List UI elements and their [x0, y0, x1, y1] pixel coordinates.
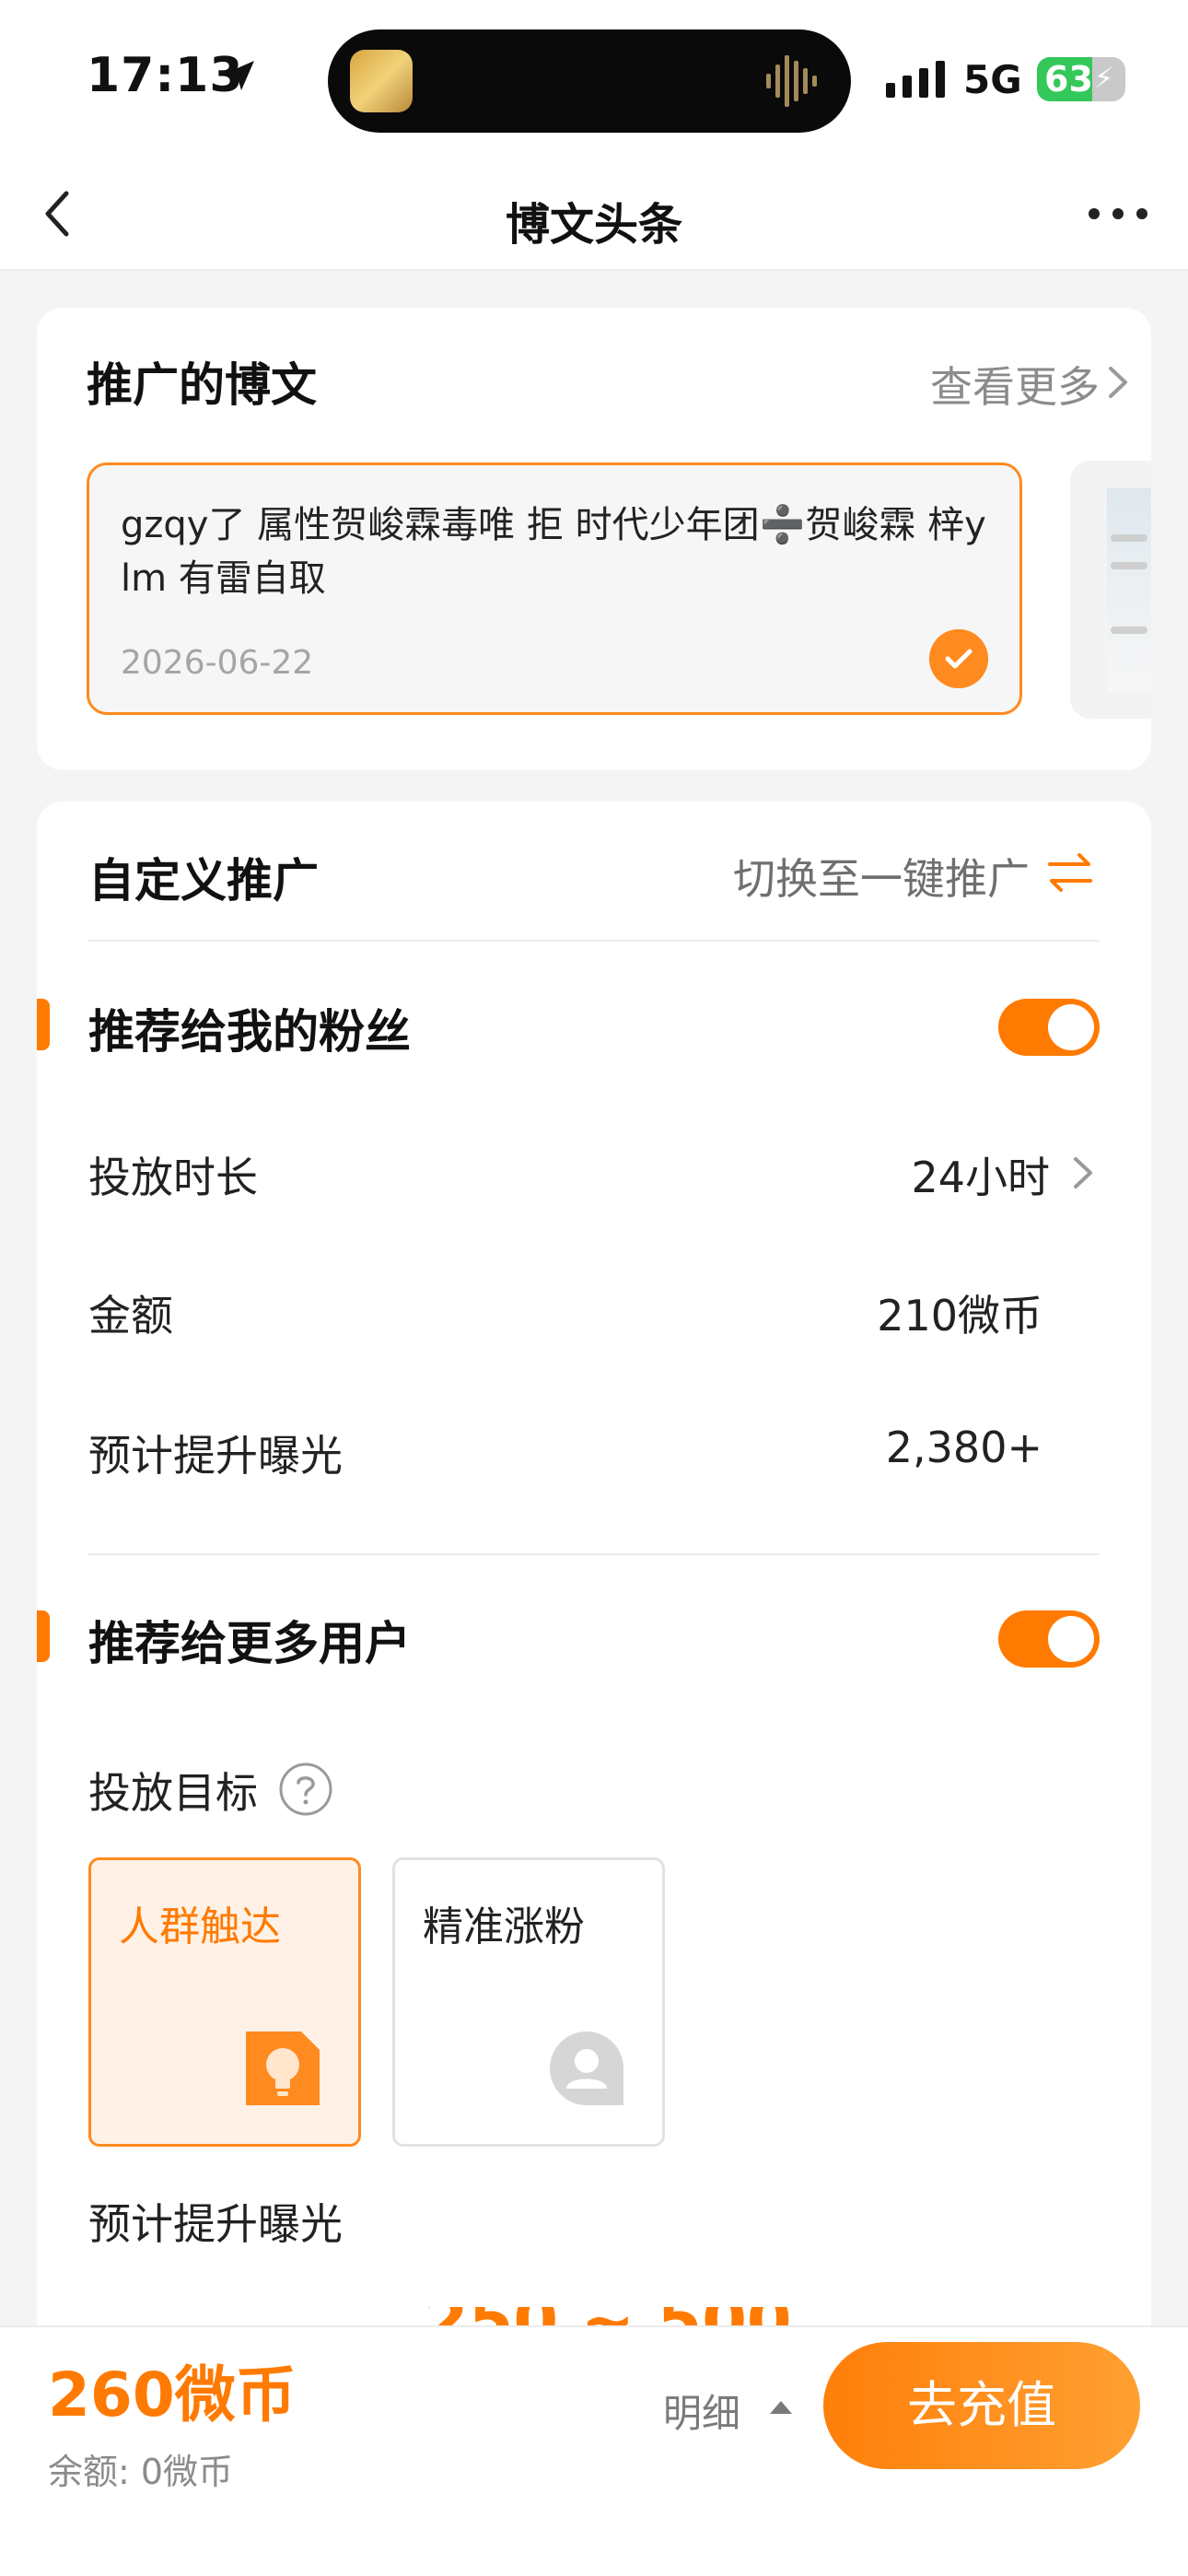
- goal-option-label: 人群触达: [119, 1903, 281, 1950]
- duration-label: 投放时长: [88, 1153, 258, 1202]
- more-users-section-title: 推荐给更多用户: [88, 1617, 411, 1670]
- recharge-button[interactable]: 去充值: [823, 2342, 1140, 2469]
- page-title: 博文头条: [505, 199, 682, 251]
- detail-toggle[interactable]: 明细: [663, 2383, 740, 2439]
- fans-exposure-value: 2,380+: [885, 1423, 1042, 1472]
- location-arrow-icon: [225, 61, 254, 90]
- charging-bolt-icon: ⚡: [1094, 63, 1114, 95]
- caret-up-icon[interactable]: [768, 2397, 794, 2416]
- goal-option-label: 精准涨粉: [423, 1903, 585, 1950]
- switch-one-click-link[interactable]: 切换至一键推广: [733, 846, 1030, 907]
- next-post-item[interactable]: [1070, 461, 1151, 719]
- promoted-section-title: 推广的博文: [87, 358, 317, 412]
- amount-label: 金额: [88, 1291, 173, 1341]
- status-bar: 17:13 5G 63 ⚡: [0, 0, 1188, 157]
- duration-value[interactable]: 24小时: [911, 1144, 1050, 1205]
- more-users-toggle[interactable]: [998, 1610, 1100, 1668]
- more-options-icon[interactable]: [1085, 192, 1151, 236]
- lightbulb-icon: [246, 2032, 320, 2105]
- more-users-exposure-label: 预计提升曝光: [88, 2199, 343, 2249]
- chevron-right-icon[interactable]: [1100, 361, 1136, 404]
- dynamic-island: [328, 29, 851, 133]
- now-playing-artwork: [350, 50, 413, 112]
- battery-percent: 63: [1044, 59, 1093, 100]
- goal-option-reach[interactable]: 人群触达: [88, 1857, 361, 2147]
- total-cost: 260微币: [48, 2359, 297, 2430]
- placeholder-line: [1111, 562, 1147, 569]
- see-more-link[interactable]: 查看更多: [930, 354, 1100, 415]
- swap-arrows-icon[interactable]: [1044, 849, 1096, 896]
- post-text: gzqy了 属性贺峻霖毒唯 拒 时代少年团➗贺峻霖 梓y lm 有雷自取: [121, 504, 986, 600]
- user-add-icon: [550, 2032, 623, 2105]
- custom-promotion-card: 自定义推广 切换至一键推广 推荐给我的粉丝 投放时长 24小时 金额 210微币…: [37, 802, 1151, 2368]
- goal-option-fans[interactable]: 精准涨粉: [392, 1857, 665, 2147]
- chevron-right-icon[interactable]: [1066, 1152, 1100, 1194]
- amount-value: 210微币: [877, 1291, 1042, 1341]
- audio-waveform-icon: [766, 55, 817, 107]
- goal-label: 投放目标: [88, 1768, 258, 1818]
- fans-toggle[interactable]: [998, 999, 1100, 1056]
- selected-post-item[interactable]: gzqy了 属性贺峻霖毒唯 拒 时代少年团➗贺峻霖 梓y lm 有雷自取 202…: [87, 463, 1022, 715]
- divider: [88, 940, 1100, 942]
- balance-text: 余额: 0微币: [48, 2452, 234, 2492]
- nav-bar: 博文头条: [0, 157, 1188, 271]
- status-time: 17:13: [87, 48, 244, 103]
- placeholder-line: [1111, 534, 1147, 542]
- toggle-knob: [1048, 1004, 1094, 1050]
- fans-section-title: 推荐给我的粉丝: [88, 1005, 411, 1059]
- divider: [88, 1553, 1100, 1555]
- section-accent-bar: [37, 999, 50, 1050]
- promoted-post-card: 推广的博文 查看更多 gzqy了 属性贺峻霖毒唯 拒 时代少年团➗贺峻霖 梓y …: [37, 308, 1151, 770]
- help-question-icon[interactable]: [278, 1762, 333, 1817]
- selected-check-icon: [929, 629, 988, 688]
- post-date: 2026-06-22: [121, 644, 314, 682]
- cellular-signal-icon: [886, 61, 945, 98]
- fans-exposure-label: 预计提升曝光: [88, 1431, 343, 1481]
- placeholder-line: [1111, 626, 1147, 634]
- section-accent-bar: [37, 1610, 50, 1662]
- post-thumbnail: [1107, 488, 1151, 691]
- toggle-knob: [1048, 1616, 1094, 1662]
- bottom-checkout-bar: 260微币 余额: 0微币 明细 去充值: [0, 2325, 1188, 2576]
- network-type: 5G: [963, 57, 1022, 102]
- custom-section-title: 自定义推广: [88, 854, 319, 907]
